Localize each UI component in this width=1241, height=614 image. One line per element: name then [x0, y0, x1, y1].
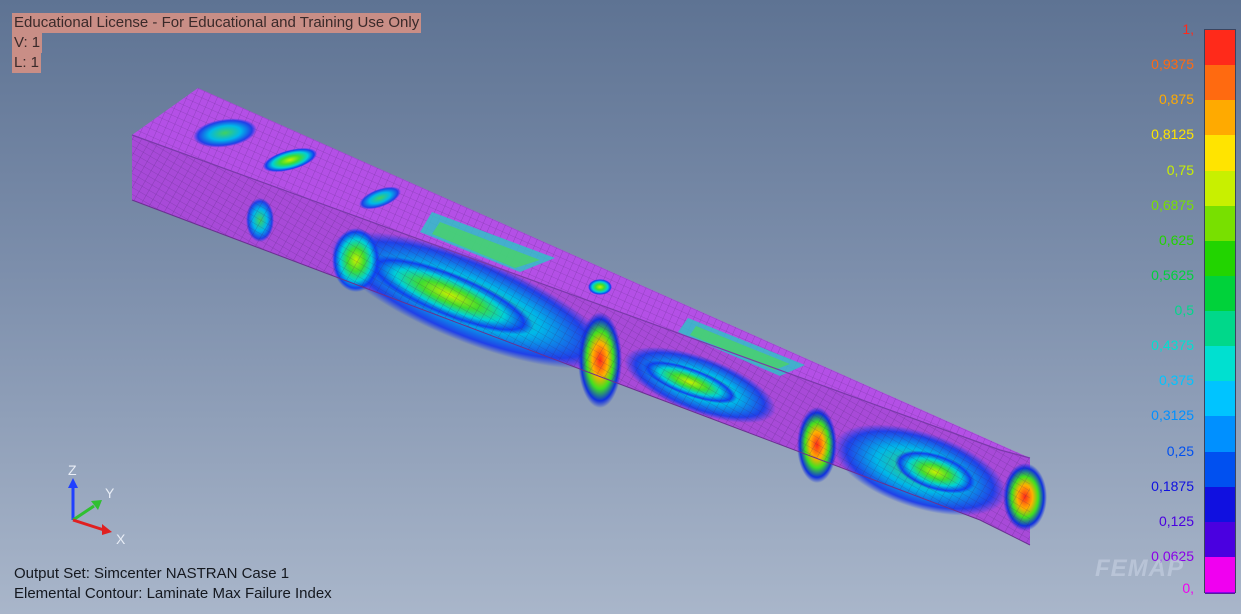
- legend-level-label: 0,8125: [1151, 126, 1194, 143]
- legend-level-label: 0,3125: [1151, 407, 1194, 424]
- contour-type-label: Elemental Contour: Laminate Max Failure …: [14, 585, 332, 602]
- legend-level-label: 0,1875: [1151, 477, 1194, 494]
- contour-legend-bar: [1204, 29, 1236, 594]
- legend-color-cell: [1205, 205, 1235, 243]
- legend-level-label: 0,: [1182, 580, 1194, 596]
- legend-level-label: 0,9375: [1151, 56, 1194, 73]
- legend-color-cell: [1205, 346, 1235, 383]
- legend-level-label: 0,5: [1174, 302, 1194, 318]
- legend-level-label: 0,625: [1158, 231, 1194, 248]
- legend-color-cell: [1205, 556, 1235, 592]
- legend-level-label: 0,75: [1166, 161, 1194, 178]
- axis-label-z: Z: [68, 462, 77, 478]
- legend-color-cell: [1205, 521, 1235, 559]
- legend-color-cell: [1205, 451, 1235, 489]
- legend-color-cell: [1205, 240, 1235, 278]
- axis-triad: Z Y X: [58, 462, 138, 550]
- legend-level-label: 0,375: [1158, 372, 1194, 389]
- legend-color-cell: [1205, 311, 1235, 348]
- legend-color-cell: [1205, 486, 1235, 524]
- legend-color-cell: [1205, 65, 1235, 102]
- legend-level-label: 0,125: [1158, 512, 1194, 529]
- hole-top-4: [588, 279, 612, 295]
- axis-label-y: Y: [105, 485, 115, 501]
- femap-logo: FEMAP: [1095, 555, 1184, 582]
- model-viewport[interactable]: Educational License - For Educational an…: [0, 0, 1241, 614]
- legend-level-label: 0,5625: [1151, 266, 1194, 283]
- legend-level-label: 0,4375: [1151, 337, 1194, 354]
- legend-level-label: 0,6875: [1151, 196, 1194, 213]
- output-set-label: Output Set: Simcenter NASTRAN Case 1: [14, 565, 290, 582]
- legend-color-cell: [1205, 30, 1235, 67]
- axis-label-x: X: [116, 531, 126, 547]
- legend-level-label: 1,: [1182, 21, 1194, 37]
- legend-level-label: 0,25: [1166, 442, 1194, 459]
- legend-color-cell: [1205, 416, 1235, 453]
- legend-color-cell: [1205, 381, 1235, 418]
- legend-color-cell: [1205, 100, 1235, 137]
- legend-level-label: 0,875: [1158, 91, 1194, 108]
- legend-color-cell: [1205, 135, 1235, 172]
- fe-model[interactable]: [0, 0, 1241, 614]
- legend-color-cell: [1205, 170, 1235, 208]
- legend-color-cell: [1205, 275, 1235, 313]
